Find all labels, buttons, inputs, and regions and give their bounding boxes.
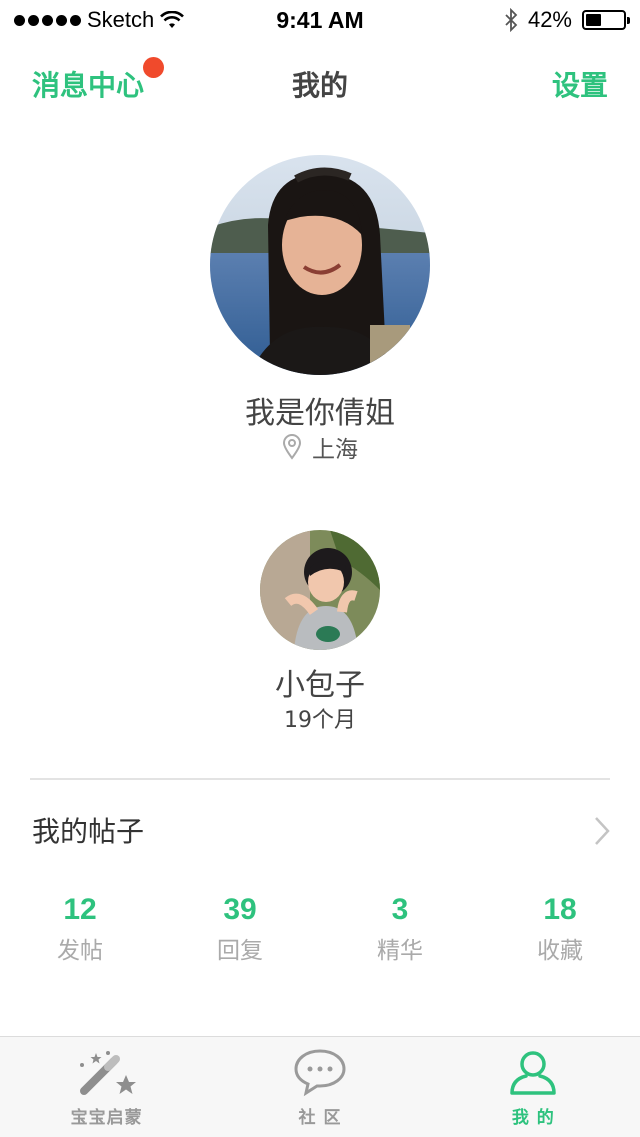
tab-mine[interactable]: 我 的 [427,1037,640,1137]
status-right: 42% [504,7,630,33]
chat-bubble-icon [294,1049,346,1097]
tab-label: 社 区 [298,1108,342,1128]
battery-icon [582,10,630,30]
page-title: 我的 [291,69,348,102]
child-age: 19个月 [284,708,356,733]
stat-label: 收藏 [537,938,583,964]
tab-label: 我 的 [511,1108,555,1128]
stat-label: 精华 [377,938,423,964]
child-avatar[interactable] [260,530,380,650]
chevron-right-icon [595,817,610,845]
stat-favorites[interactable]: 18 收藏 [480,893,640,983]
user-avatar[interactable] [210,155,430,375]
my-posts-title: 我的帖子 [32,815,145,848]
magic-wand-icon [79,1051,136,1095]
my-posts-row[interactable]: 我的帖子 [0,800,640,860]
stat-posts[interactable]: 12 发帖 [0,893,160,983]
settings-button[interactable]: 设置 [552,64,608,104]
post-stats: 12 发帖 39 回复 3 精华 18 收藏 [0,893,640,983]
stat-label: 发帖 [57,938,103,964]
tab-community[interactable]: 社 区 [213,1037,426,1137]
tab-label: 宝宝启蒙 [70,1108,143,1128]
notification-badge [143,57,164,78]
nav-bar: 消息中心 我的 设置 [0,40,640,122]
location-text: 上海 [312,437,358,463]
stat-value: 12 [63,893,97,926]
stat-label: 回复 [217,938,263,964]
section-divider [30,778,610,780]
battery-percent: 42% [527,7,572,32]
stat-featured[interactable]: 3 精华 [320,893,480,983]
user-icon [510,1051,557,1095]
stat-value: 18 [543,893,577,926]
stat-value: 39 [223,893,257,926]
stat-value: 3 [391,893,409,926]
tab-bar: 宝宝启蒙 社 区 我 的 [0,1036,640,1137]
user-location: 上海 [0,430,640,464]
status-bar: Sketch 9:41 AM 42% [0,0,640,40]
stat-replies[interactable]: 39 回复 [160,893,320,983]
location-pin-icon [282,434,302,460]
tab-baby-enlightenment[interactable]: 宝宝启蒙 [0,1037,213,1137]
user-name: 我是你倩姐 [245,396,395,431]
bluetooth-icon [505,8,518,32]
child-name: 小包子 [275,668,365,703]
